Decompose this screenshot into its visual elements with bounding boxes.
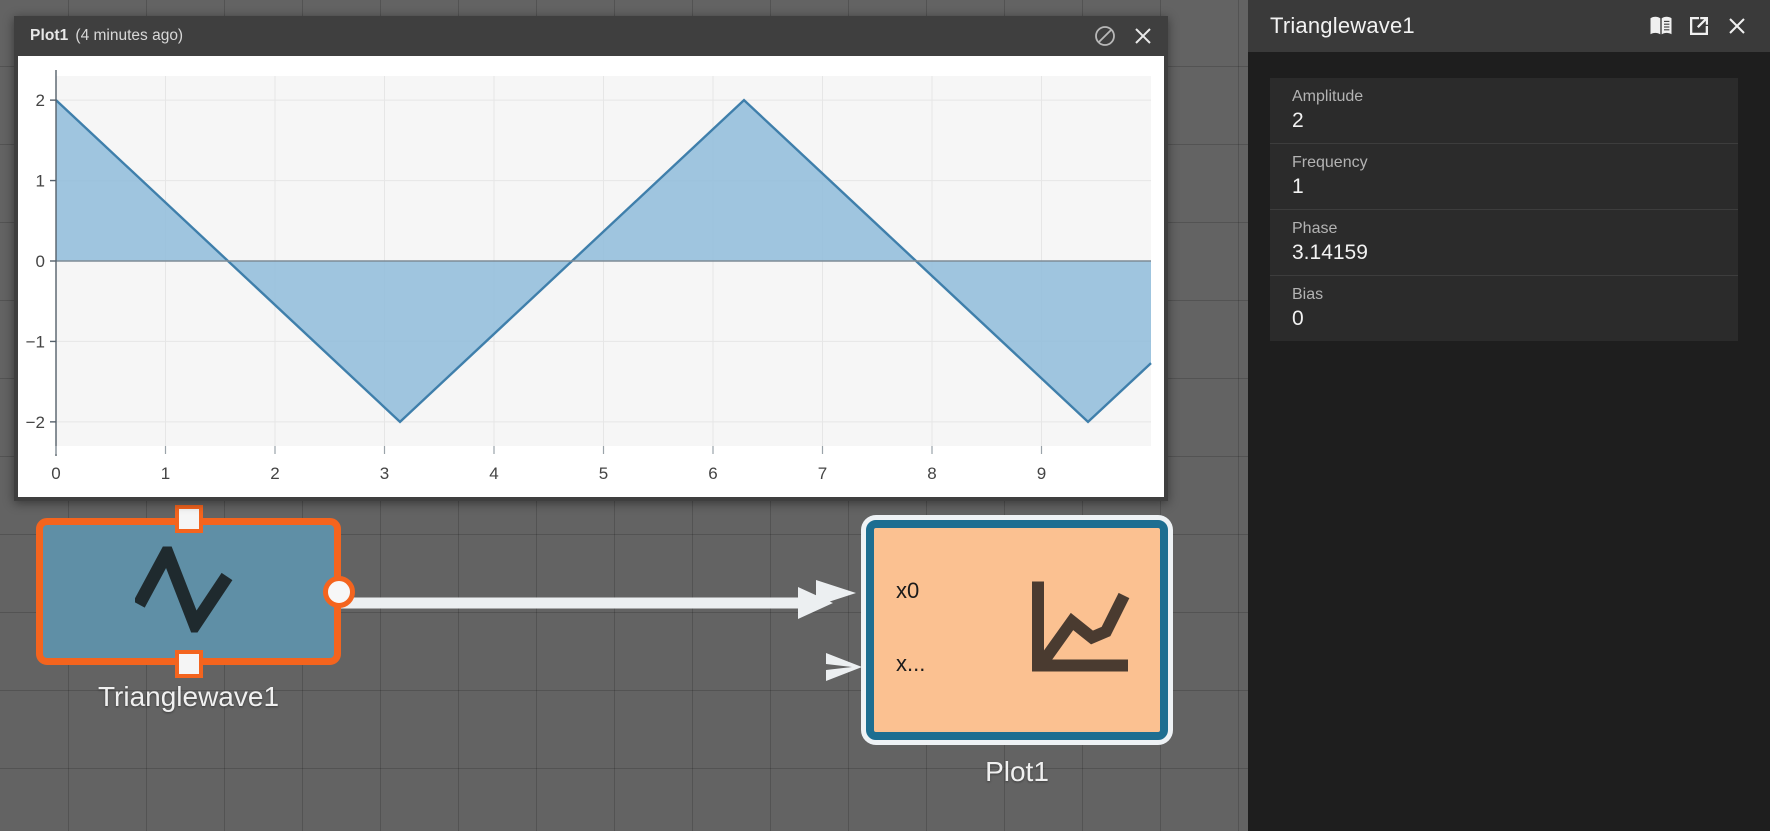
chart-svg: 2 1 0 −1 −2 0 1 2 3 4 5 6 7 8 9 [26,70,1152,483]
plot-window-timestamp: (4 minutes ago) [75,27,184,44]
block-icon[interactable] [1086,19,1124,53]
line-chart-icon [1024,576,1136,685]
property-row[interactable]: Amplitude 2 [1270,78,1738,144]
input-port-label-x1: x... [896,651,926,676]
property-label: Amplitude [1292,88,1364,105]
node-trianglewave-label: Trianglewave1 [97,681,280,712]
chart-x-tick-label: 7 [818,464,827,483]
chart-y-tick-label: 0 [36,252,45,271]
chart-x-tick-label: 9 [1037,464,1046,483]
chart-y-tick-label: 2 [36,91,45,110]
chart-x-tick-label: 2 [270,464,279,483]
property-value[interactable]: 2 [1292,108,1738,134]
property-label: Bias [1292,286,1324,303]
input-port-label-x0: x0 [896,578,920,603]
app-root: Trianglewave1 x0 x... Plot1 Plot1 (4 min… [0,0,1770,831]
chart-x-tick-label: 0 [51,464,60,483]
node-plot-label: Plot1 [985,756,1049,787]
properties-list: Amplitude 2 Frequency 1 Phase 3.14159 Bi… [1270,78,1738,341]
property-value[interactable]: 1 [1292,174,1738,200]
properties-panel-title: Trianglewave1 [1270,13,1415,38]
popout-icon[interactable] [1680,7,1718,45]
chart-x-tick-label: 1 [161,464,170,483]
property-row[interactable]: Frequency 1 [1270,144,1738,210]
chart-x-tick-label: 3 [380,464,389,483]
resize-handle-top[interactable] [174,505,203,533]
property-row[interactable]: Bias 0 [1270,276,1738,341]
properties-panel: Trianglewave1 Amplitude 2 Frequency 1 Ph… [1248,0,1770,831]
chart-y-tick-label: 1 [36,172,45,191]
plot-window-title: Plot1 [30,27,69,44]
property-value[interactable]: 0 [1292,306,1738,332]
resize-handle-bottom[interactable] [174,650,203,678]
chart-x-tick-label: 6 [708,464,717,483]
property-row[interactable]: Phase 3.14159 [1270,210,1738,276]
connection-link[interactable] [336,583,836,628]
property-label: Phase [1292,220,1338,237]
node-plot-body[interactable]: x0 x... [816,520,1168,740]
node-plot[interactable]: x0 x... Plot1 [816,520,1168,788]
close-icon[interactable] [1718,7,1756,45]
node-trianglewave[interactable]: Trianglewave1 [36,505,355,713]
property-value[interactable]: 3.14159 [1292,240,1738,266]
chart-y-tick-label: −2 [26,413,45,432]
plot-window-titlebar[interactable]: Plot1 (4 minutes ago) [14,16,1168,56]
node-trianglewave-body[interactable] [36,505,355,678]
triangle-wave-icon [132,536,243,639]
plot-window[interactable]: Plot1 (4 minutes ago) 2 1 0 −1 −2 0 1 2 3 4 5 6 7 8 9 [14,16,1168,501]
chart-x-tick-label: 4 [489,464,498,483]
plot-chart-area[interactable]: 2 1 0 −1 −2 0 1 2 3 4 5 6 7 8 9 [18,56,1164,497]
input-port-arrow-x1[interactable] [826,650,872,689]
chart-y-tick-label: −1 [26,332,45,351]
close-icon[interactable] [1124,19,1162,53]
output-port-trianglewave[interactable] [323,575,355,608]
chart-x-tick-label: 5 [599,464,608,483]
chart-x-tick-label: 8 [927,464,936,483]
input-port-arrow-x0[interactable] [816,575,872,616]
properties-panel-header: Trianglewave1 [1248,0,1770,52]
property-label: Frequency [1292,154,1368,171]
docs-icon[interactable] [1642,7,1680,45]
